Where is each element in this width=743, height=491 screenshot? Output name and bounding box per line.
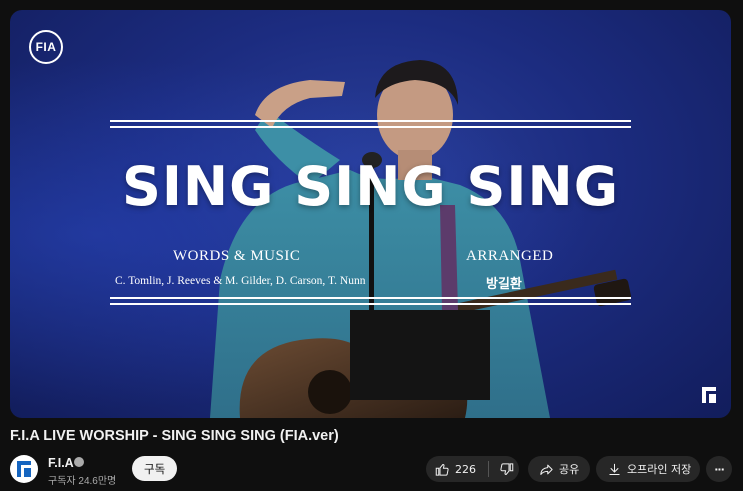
songwriter-credits: C. Tomlin, J. Reeves & M. Gilder, D. Car… [115, 275, 366, 287]
download-icon [606, 461, 622, 477]
video-player[interactable]: FIA SING SING SING WORDS & MUSIC ARRANGE… [10, 10, 731, 418]
dislike-button[interactable] [489, 461, 514, 477]
words-music-label: WORDS & MUSIC [173, 248, 301, 264]
like-button[interactable]: 226 [426, 461, 488, 477]
more-actions-button[interactable]: ··· [706, 456, 732, 482]
thumbs-down-icon [498, 461, 514, 477]
divider-top-2 [110, 126, 631, 128]
like-count: 226 [455, 462, 476, 476]
more-icon: ··· [714, 462, 725, 476]
divider-bottom-1 [110, 297, 631, 299]
like-dislike-group: 226 [426, 456, 519, 482]
verified-icon [74, 457, 84, 467]
action-row: F.I.A 구독자 24.6만명 구독 226 공유 오프라인 저장 ··· [10, 453, 733, 487]
share-button[interactable]: 공유 [528, 456, 590, 482]
fia-logo: FIA [29, 30, 63, 64]
divider-bottom-2 [110, 303, 631, 305]
download-button[interactable]: 오프라인 저장 [596, 456, 700, 482]
subscribe-button[interactable]: 구독 [132, 456, 178, 481]
channel-watermark-icon[interactable] [702, 387, 716, 403]
thumbs-up-icon [434, 461, 450, 477]
share-icon [538, 461, 554, 477]
subscriber-count: 구독자 24.6만명 [48, 476, 117, 487]
song-title-overlay: SING SING SING [121, 155, 620, 218]
divider-top-1 [110, 120, 631, 122]
download-label: 오프라인 저장 [627, 463, 692, 476]
arranger-name: 방길환 [486, 277, 522, 292]
share-label: 공유 [559, 463, 580, 476]
channel-logo-icon [17, 461, 31, 477]
video-title: F.I.A LIVE WORSHIP - SING SING SING (FIA… [10, 428, 339, 444]
arranged-label: ARRANGED [466, 248, 554, 264]
channel-name[interactable]: F.I.A [48, 456, 74, 470]
channel-avatar[interactable] [10, 455, 38, 483]
